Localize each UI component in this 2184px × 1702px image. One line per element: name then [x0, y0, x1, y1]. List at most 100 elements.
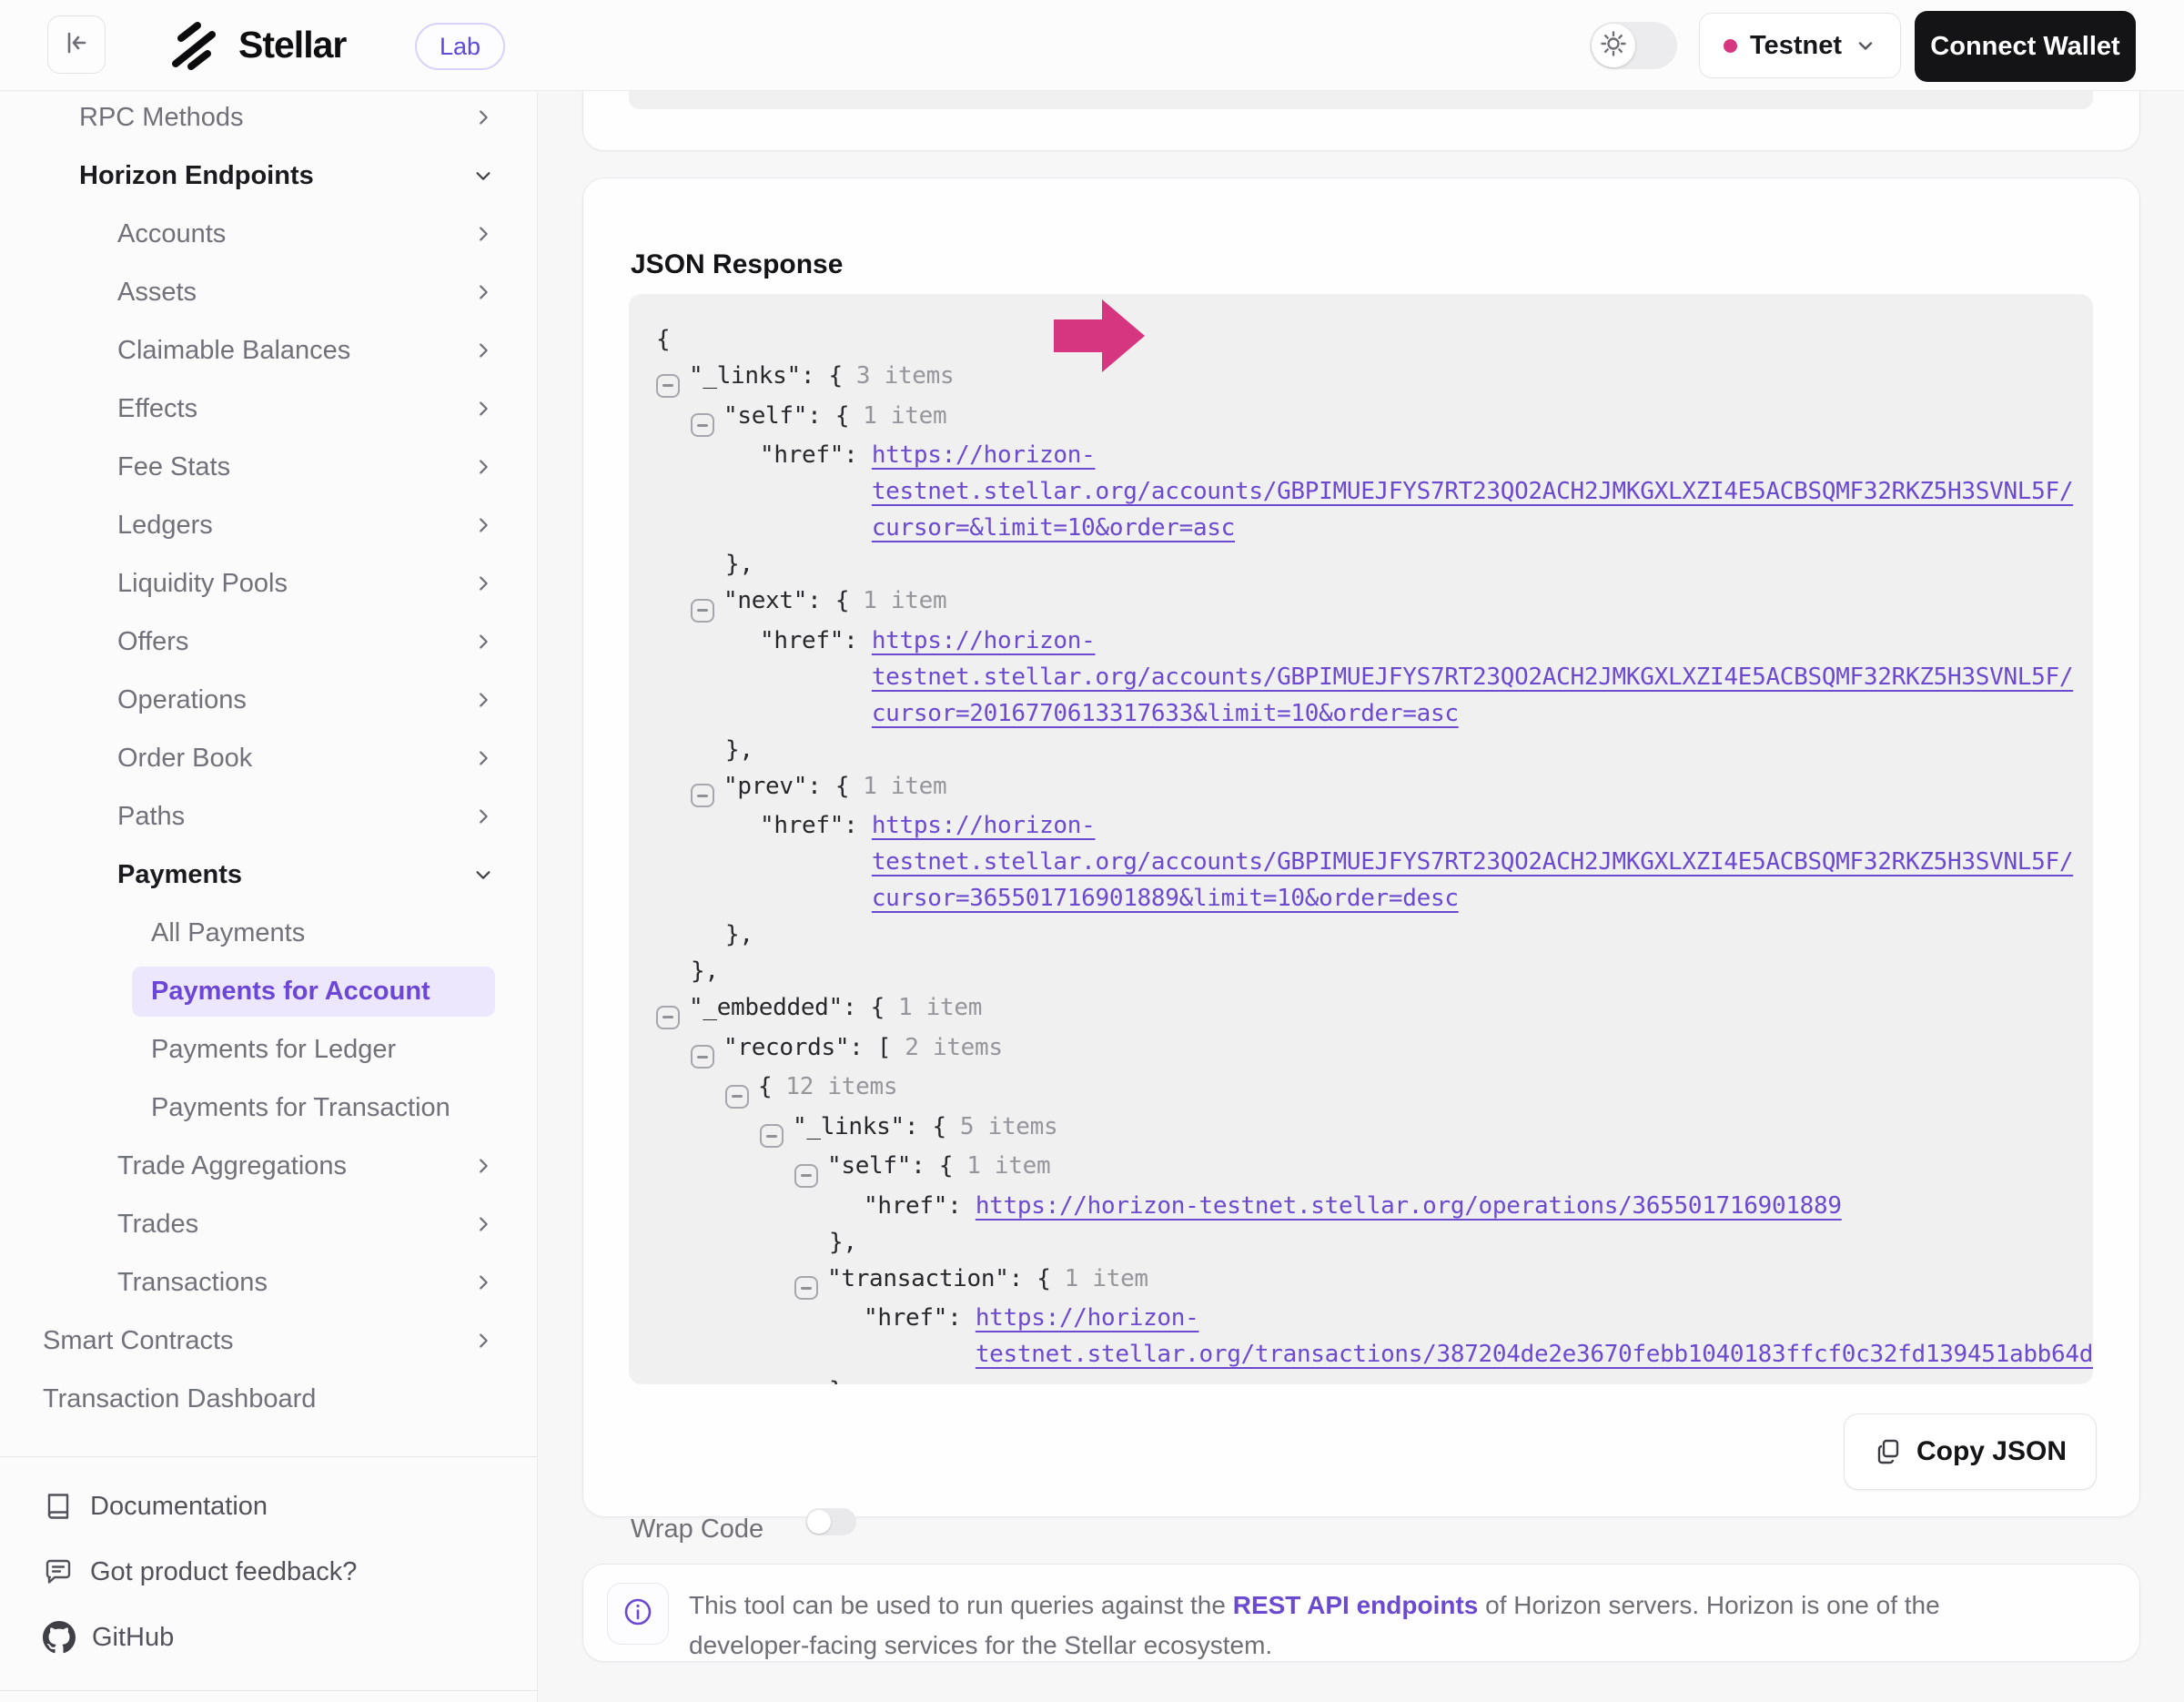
json-response-card: JSON Response {"_links": {3 items"self":… [582, 177, 2140, 1517]
json-line: }, [656, 1224, 2093, 1261]
top-bar: Stellar Lab Testnet Connect Wallet [0, 0, 2184, 91]
sidebar-item-paths[interactable]: Paths [0, 787, 537, 846]
json-key: "href": [760, 627, 872, 654]
theme-toggle[interactable] [1590, 22, 1677, 69]
chevron-right-icon [473, 573, 493, 593]
sidebar-item-payments-for-ledger[interactable]: Payments for Ledger [0, 1020, 537, 1079]
sidebar-item-offers[interactable]: Offers [0, 613, 537, 671]
json-key: "prev": { [723, 773, 849, 800]
sidebar-item-label: Operations [117, 685, 247, 715]
collapse-node-icon[interactable] [794, 1164, 818, 1188]
collapse-node-icon[interactable] [760, 1124, 784, 1148]
chevron-down-icon [473, 166, 493, 186]
sidebar-item-label: Trades [117, 1210, 198, 1240]
json-href-link[interactable]: https://horizon-testnet.stellar.org/acco… [872, 437, 2073, 546]
connect-wallet-button[interactable]: Connect Wallet [1915, 11, 2136, 82]
sidebar-item-payments-for-account[interactable]: Payments for Account [0, 962, 537, 1020]
chevron-right-icon [473, 399, 493, 419]
json-item-count: 1 item [863, 773, 946, 800]
sidebar-footer-label: Got product feedback? [90, 1557, 357, 1587]
sidebar-item-accounts[interactable]: Accounts [0, 205, 537, 263]
json-key: "_links": { [793, 1113, 946, 1140]
sidebar-item-label: Fee Stats [117, 452, 230, 482]
network-selector[interactable]: Testnet [1699, 13, 1901, 78]
collapse-node-icon[interactable] [691, 599, 714, 623]
json-line: "href": https://horizon-testnet.stellar.… [656, 437, 2093, 546]
info-note-before: This tool can be used to run queries aga… [689, 1591, 1233, 1619]
sidebar-item-fee-stats[interactable]: Fee Stats [0, 438, 537, 496]
json-line: { [656, 321, 2093, 358]
json-line: "href": https://horizon-testnet.stellar.… [656, 623, 2093, 732]
json-line: "_links": {3 items [656, 358, 2093, 398]
network-status-dot [1724, 39, 1737, 53]
collapse-node-icon[interactable] [794, 1276, 818, 1300]
json-href-link[interactable]: https://horizon-testnet.stellar.org/tran… [976, 1300, 2093, 1373]
sidebar-footer-documentation[interactable]: Documentation [0, 1474, 537, 1539]
chevron-right-icon [473, 690, 493, 710]
json-line: }, [656, 953, 2093, 989]
chevron-right-icon [473, 1331, 493, 1351]
collapse-node-icon[interactable] [725, 1085, 749, 1109]
chevron-right-icon [473, 107, 493, 127]
json-href-link[interactable]: https://horizon-testnet.stellar.org/acco… [872, 623, 2073, 732]
sidebar-item-label: Liquidity Pools [117, 569, 288, 599]
sidebar-item-transaction-dashboard[interactable]: Transaction Dashboard [0, 1370, 537, 1428]
json-item-count: 1 item [898, 994, 982, 1021]
collapse-node-icon[interactable] [656, 1006, 680, 1029]
wrap-code-label: Wrap Code [631, 1515, 763, 1545]
sidebar-footer-got-product-feedback[interactable]: Got product feedback? [0, 1539, 537, 1605]
json-line: "records": [2 items [656, 1029, 2093, 1069]
sidebar-item-order-book[interactable]: Order Book [0, 729, 537, 787]
json-href-link[interactable]: https://horizon-testnet.stellar.org/acco… [872, 807, 2073, 917]
json-item-count: 1 item [863, 402, 946, 430]
json-viewer: {"_links": {3 items"self": {1 item"href"… [629, 294, 2093, 1384]
sun-icon [1600, 30, 1627, 62]
sidebar-nav: RPC MethodsHorizon EndpointsAccountsAsse… [0, 88, 537, 1428]
feedback-icon [43, 1556, 74, 1587]
json-line: "href": https://horizon-testnet.stellar.… [656, 1188, 2093, 1224]
book-icon [43, 1491, 74, 1522]
sidebar: RPC MethodsHorizon EndpointsAccountsAsse… [0, 92, 538, 1702]
json-line: "prev": { 1 item [656, 768, 2093, 808]
sidebar-item-label: Payments [117, 860, 242, 890]
sidebar-footer-github[interactable]: GitHub [0, 1605, 537, 1670]
json-item-count: 1 item [1065, 1265, 1148, 1292]
sidebar-item-payments[interactable]: Payments [0, 846, 537, 904]
chevron-right-icon [473, 1272, 493, 1292]
collapse-sidebar-button[interactable] [47, 15, 106, 74]
sidebar-item-transactions[interactable]: Transactions [0, 1253, 537, 1312]
sidebar-item-ledgers[interactable]: Ledgers [0, 496, 537, 554]
collapse-node-icon[interactable] [656, 374, 680, 398]
sidebar-item-smart-contracts[interactable]: Smart Contracts [0, 1312, 537, 1370]
network-label: Testnet [1750, 31, 1842, 61]
copy-json-button[interactable]: Copy JSON [1844, 1413, 2097, 1490]
sidebar-item-label: Payments for Transaction [151, 1093, 450, 1123]
collapse-node-icon[interactable] [691, 1045, 714, 1069]
collapse-node-icon[interactable] [691, 413, 714, 437]
stellar-lab-app: Stellar Lab Testnet Connect Wallet [0, 0, 2184, 1702]
sidebar-item-operations[interactable]: Operations [0, 671, 537, 729]
sidebar-item-label: Claimable Balances [117, 336, 350, 366]
sidebar-item-label: Order Book [117, 744, 252, 774]
sidebar-item-liquidity-pools[interactable]: Liquidity Pools [0, 554, 537, 613]
json-item-count: 1 item [863, 587, 946, 614]
wrap-code-toggle[interactable] [805, 1508, 856, 1535]
sidebar-item-trade-aggregations[interactable]: Trade Aggregations [0, 1137, 537, 1195]
json-line: "_embedded": {1 item [656, 989, 2093, 1029]
json-key: { [758, 1073, 772, 1100]
sidebar-item-trades[interactable]: Trades [0, 1195, 537, 1253]
sidebar-item-assets[interactable]: Assets [0, 263, 537, 321]
sidebar-item-horizon-endpoints[interactable]: Horizon Endpoints [0, 147, 537, 205]
json-line: "self": {1 item [656, 1148, 2093, 1188]
sidebar-item-effects[interactable]: Effects [0, 380, 537, 438]
rest-api-endpoints-link[interactable]: REST API endpoints [1233, 1591, 1479, 1619]
sidebar-item-rpc-methods[interactable]: RPC Methods [0, 88, 537, 147]
json-item-count: 5 items [960, 1113, 1057, 1140]
json-line: "transaction": {1 item [656, 1261, 2093, 1301]
lab-badge: Lab [415, 23, 505, 70]
json-href-link[interactable]: https://horizon-testnet.stellar.org/oper… [976, 1188, 1842, 1224]
sidebar-item-claimable-balances[interactable]: Claimable Balances [0, 321, 537, 380]
collapse-node-icon[interactable] [691, 784, 714, 807]
sidebar-item-payments-for-transaction[interactable]: Payments for Transaction [0, 1079, 537, 1137]
sidebar-item-all-payments[interactable]: All Payments [0, 904, 537, 962]
